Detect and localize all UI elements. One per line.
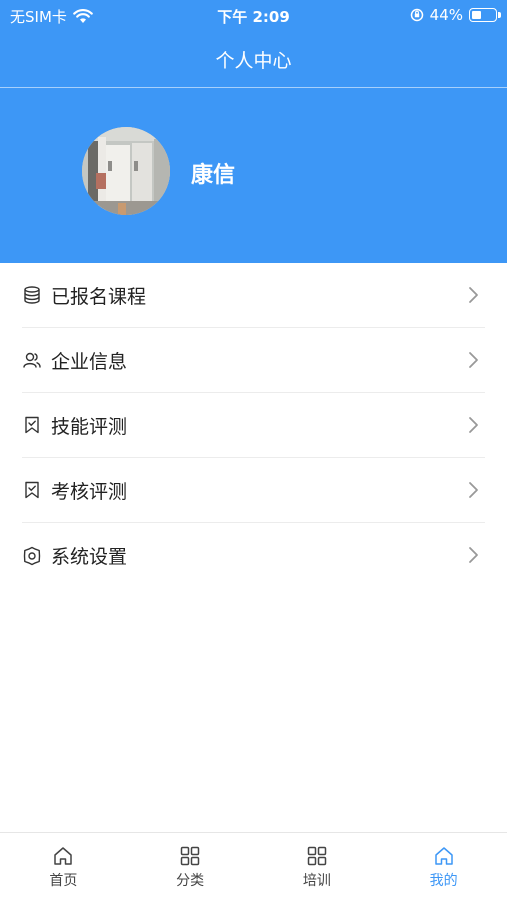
status-right: 44% (410, 6, 501, 24)
chevron-right-icon (469, 482, 478, 498)
bookmark-icon (22, 480, 42, 500)
battery-percent: 44% (429, 6, 463, 24)
chevron-right-icon (469, 352, 478, 368)
menu-item-skill-assessment[interactable]: 技能评测 (22, 393, 485, 458)
menu-item-label: 系统设置 (51, 546, 128, 568)
tab-label: 首页 (49, 873, 78, 889)
tab-training[interactable]: 培训 (254, 833, 381, 900)
avatar[interactable] (82, 127, 170, 215)
database-icon (22, 285, 42, 305)
bookmark-icon (22, 415, 42, 435)
menu-item-label: 已报名课程 (51, 285, 147, 308)
battery-icon (469, 8, 501, 22)
menu-item-label: 技能评测 (51, 415, 128, 438)
gear-icon (22, 546, 42, 566)
avatar-photo (82, 127, 170, 215)
page-title: 个人中心 (215, 50, 292, 72)
menu-item-exam-assessment[interactable]: 考核评测 (22, 458, 485, 523)
user-name: 康信 (191, 163, 236, 188)
users-icon (22, 350, 42, 370)
tab-category[interactable]: 分类 (127, 833, 254, 900)
tab-label: 培训 (302, 873, 331, 889)
tab-bar: 首页 分类 培训 我的 (0, 832, 507, 900)
chevron-right-icon (469, 287, 478, 303)
tab-home[interactable]: 首页 (0, 833, 127, 900)
grid-icon (307, 846, 327, 866)
status-bar: 无SIM卡 下午 2:09 44% (0, 0, 507, 32)
profile-section: 康信 (0, 89, 507, 263)
menu-item-label: 考核评测 (51, 480, 128, 503)
header-background: 无SIM卡 下午 2:09 44% 个人中心 康信 (0, 0, 507, 263)
menu-item-enrolled-courses[interactable]: 已报名课程 (22, 263, 485, 328)
menu-item-label: 企业信息 (51, 350, 128, 373)
nav-bar: 个人中心 (0, 32, 507, 88)
menu-item-company-info[interactable]: 企业信息 (22, 328, 485, 393)
chevron-right-icon (469, 417, 478, 433)
tab-label: 我的 (429, 873, 458, 889)
menu-list: 已报名课程 企业信息 技能评测 考核评测 系统设置 (0, 263, 507, 588)
orientation-lock-icon (410, 8, 423, 22)
tab-mine[interactable]: 我的 (380, 833, 507, 900)
home-icon (434, 847, 453, 865)
home-icon (54, 847, 73, 865)
grid-icon (180, 846, 200, 866)
battery-level-fill (472, 11, 481, 19)
chevron-right-icon (469, 547, 478, 563)
menu-item-system-settings[interactable]: 系统设置 (22, 523, 485, 588)
tab-label: 分类 (176, 873, 205, 889)
